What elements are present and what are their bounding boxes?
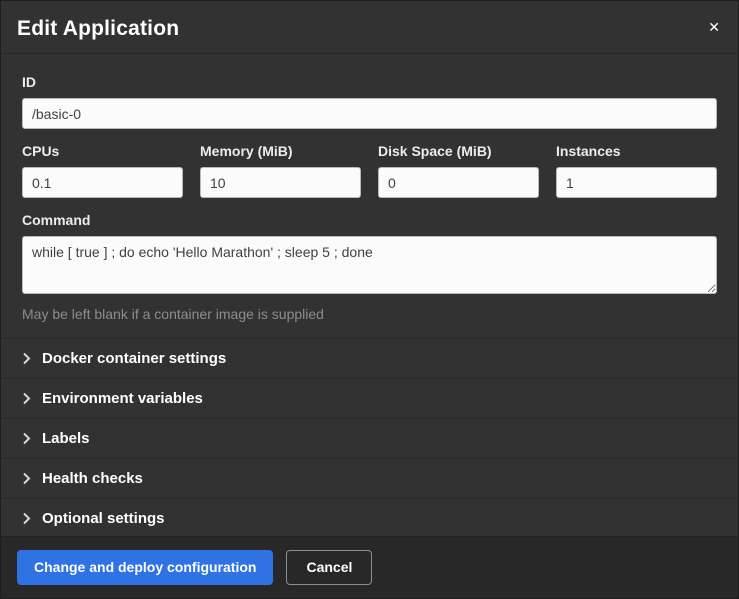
command-label: Command bbox=[22, 212, 717, 228]
edit-application-modal: Edit Application ✕ ID CPUs Memory (MiB) … bbox=[0, 0, 739, 599]
section-label: Docker container settings bbox=[42, 350, 226, 367]
memory-label: Memory (MiB) bbox=[200, 143, 361, 159]
instances-label: Instances bbox=[556, 143, 717, 159]
section-label: Labels bbox=[42, 430, 90, 447]
section-docker-container-settings[interactable]: Docker container settings bbox=[1, 338, 738, 378]
cpus-field: CPUs bbox=[22, 129, 183, 198]
section-label: Environment variables bbox=[42, 390, 203, 407]
modal-body: ID CPUs Memory (MiB) Disk Space (MiB) In… bbox=[1, 54, 738, 536]
disk-input[interactable] bbox=[378, 167, 539, 198]
submit-button[interactable]: Change and deploy configuration bbox=[17, 550, 273, 585]
resources-row: CPUs Memory (MiB) Disk Space (MiB) Insta… bbox=[22, 129, 717, 198]
section-environment-variables[interactable]: Environment variables bbox=[1, 378, 738, 418]
close-icon: ✕ bbox=[708, 19, 720, 35]
disk-field: Disk Space (MiB) bbox=[378, 129, 539, 198]
modal-footer: Change and deploy configuration Cancel bbox=[1, 536, 738, 598]
instances-input[interactable] bbox=[556, 167, 717, 198]
chevron-right-icon bbox=[22, 432, 31, 445]
id-input[interactable] bbox=[22, 98, 717, 129]
command-help-text: May be left blank if a container image i… bbox=[22, 306, 717, 322]
modal-title: Edit Application bbox=[17, 17, 720, 41]
command-textarea[interactable]: while [ true ] ; do echo 'Hello Marathon… bbox=[22, 236, 717, 294]
section-label: Health checks bbox=[42, 470, 143, 487]
modal-header: Edit Application ✕ bbox=[1, 1, 738, 54]
cpus-input[interactable] bbox=[22, 167, 183, 198]
section-health-checks[interactable]: Health checks bbox=[1, 458, 738, 498]
section-label: Optional settings bbox=[42, 510, 165, 527]
id-label: ID bbox=[22, 74, 717, 90]
memory-field: Memory (MiB) bbox=[200, 129, 361, 198]
section-optional-settings[interactable]: Optional settings bbox=[1, 498, 738, 536]
cpus-label: CPUs bbox=[22, 143, 183, 159]
close-button[interactable]: ✕ bbox=[704, 16, 724, 38]
memory-input[interactable] bbox=[200, 167, 361, 198]
chevron-right-icon bbox=[22, 472, 31, 485]
chevron-right-icon bbox=[22, 392, 31, 405]
instances-field: Instances bbox=[556, 129, 717, 198]
disk-label: Disk Space (MiB) bbox=[378, 143, 539, 159]
cancel-button[interactable]: Cancel bbox=[286, 550, 372, 585]
chevron-right-icon bbox=[22, 352, 31, 365]
section-labels[interactable]: Labels bbox=[1, 418, 738, 458]
chevron-right-icon bbox=[22, 512, 31, 525]
collapsible-sections: Docker container settings Environment va… bbox=[1, 338, 738, 536]
